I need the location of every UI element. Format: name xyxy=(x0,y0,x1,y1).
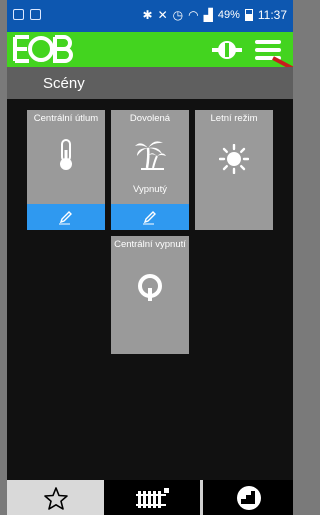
image-notification-icon xyxy=(13,9,24,20)
connection-plug-icon[interactable] xyxy=(212,38,242,62)
scene-label: Centrální útlum xyxy=(33,113,99,124)
tab-favorites[interactable] xyxy=(7,480,104,515)
pencil-icon xyxy=(59,211,72,225)
sun-icon xyxy=(195,144,273,174)
scene-status: Vypnutý xyxy=(133,184,167,195)
mute-icon: ✕ xyxy=(157,8,168,22)
app-notification-icon xyxy=(30,9,41,20)
scene-label: Centrální vypnutí xyxy=(114,239,186,250)
app-bar xyxy=(7,32,293,67)
status-bar: ✱ ✕ ◷ ◠ ▟ 49% 11:37 xyxy=(7,0,293,32)
edit-button[interactable] xyxy=(111,204,189,230)
palm-tree-icon xyxy=(111,136,189,170)
scene-label: Letní režim xyxy=(210,113,258,124)
bluetooth-icon: ✱ xyxy=(142,8,153,22)
clock: 11:37 xyxy=(257,8,287,22)
star-icon xyxy=(43,486,68,510)
gauge-icon xyxy=(236,485,261,510)
menu-button[interactable] xyxy=(255,38,285,62)
edit-button[interactable] xyxy=(27,204,105,230)
battery-icon xyxy=(244,9,253,21)
bottom-nav xyxy=(7,480,293,515)
tab-heating[interactable] xyxy=(107,480,199,515)
wifi-icon: ◠ xyxy=(188,8,199,22)
scene-tile-dovolena[interactable]: Dovolená Vypnutý xyxy=(111,110,189,230)
scene-label: Dovolená xyxy=(129,113,171,124)
alarm-icon: ◷ xyxy=(172,8,184,22)
page-title: Scény xyxy=(43,75,85,92)
status-left xyxy=(13,9,41,20)
nav-divider xyxy=(200,480,203,515)
thermometer-icon xyxy=(27,138,105,172)
battery-percent: 49% xyxy=(217,9,240,21)
signal-icon: ▟ xyxy=(203,8,213,22)
scene-tile-letni-rezim[interactable]: Letní režim xyxy=(195,110,273,230)
tab-statistics[interactable] xyxy=(204,480,293,515)
screen: ✱ ✕ ◷ ◠ ▟ 49% 11:37 Scény Centrální útlu… xyxy=(7,0,293,515)
scene-tile-centralni-utlum[interactable]: Centrální útlum xyxy=(27,110,105,230)
logo-icon xyxy=(13,35,73,63)
title-bar: Scény xyxy=(7,67,293,99)
scene-tile-centralni-vypnuti[interactable]: Centrální vypnutí xyxy=(111,236,189,354)
pencil-icon xyxy=(143,211,156,225)
radiator-icon xyxy=(136,487,169,508)
status-right: ✱ ✕ ◷ ◠ ▟ 49% 11:37 xyxy=(143,8,288,22)
power-icon xyxy=(111,272,189,302)
